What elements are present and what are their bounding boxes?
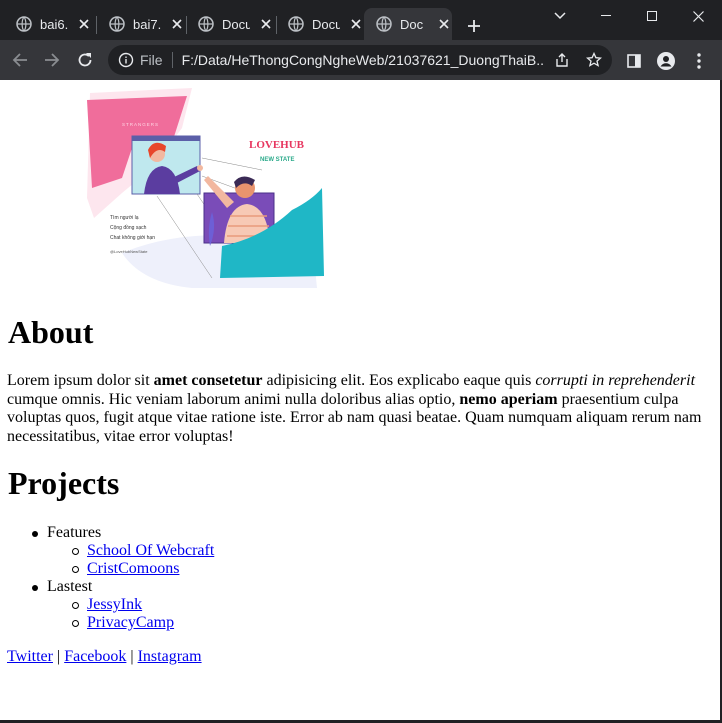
projects-heading: Projects (8, 465, 120, 501)
new-tab-button[interactable] (462, 14, 486, 38)
banner-tag-text: STRANGERS (122, 122, 159, 127)
about-heading: About (8, 314, 94, 350)
about-bold-text: nemo aperiam (459, 390, 558, 408)
instagram-link[interactable]: Instagram (138, 648, 202, 665)
close-tab-icon[interactable] (436, 16, 452, 32)
tab-1[interactable]: bai6. (4, 8, 94, 40)
browser-chrome: bai6. bai7. Docu Docu Doc File F:/Data/H… (0, 0, 722, 80)
globe-icon (16, 16, 32, 32)
link-separator: | (56, 648, 61, 665)
minimize-button[interactable] (583, 0, 629, 32)
banner-line-1: Tìm người lạ (110, 215, 139, 221)
avatar-icon (657, 52, 675, 70)
project-link[interactable]: PrivacyCamp (87, 614, 174, 631)
tab-active[interactable]: Doc (364, 8, 452, 40)
link-separator: | (130, 648, 134, 665)
tab-3[interactable]: Docu (186, 8, 276, 40)
globe-icon (376, 16, 392, 32)
project-group: Lastest (31, 578, 93, 595)
banner-handle: @LoveHubNewState (110, 249, 148, 254)
about-text: adipisicing elit. Eos explicabo eaque qu… (262, 372, 536, 389)
project-item: CristComoons (71, 560, 179, 578)
project-item: JessyInk (71, 596, 142, 614)
banner-line-3: Chat không giới hạn (110, 235, 155, 241)
side-panel-icon (627, 54, 641, 68)
plus-icon (468, 20, 480, 32)
close-window-button[interactable] (675, 0, 721, 32)
about-bold-text: amet consetetur (153, 372, 263, 389)
tab-title: bai7. (133, 16, 161, 32)
close-tab-icon[interactable] (348, 16, 364, 32)
project-link[interactable]: CristComoons (87, 560, 179, 577)
menu-button[interactable] (690, 52, 708, 70)
browser-toolbar: File F:/Data/HeThongCongNgheWeb/21037621… (0, 40, 722, 80)
about-italic-text: corrupti in reprehenderit (535, 372, 696, 389)
side-panel-button[interactable] (625, 52, 643, 70)
about-paragraph: Lorem ipsum dolor sit amet consetetur ad… (7, 372, 712, 446)
tab-2[interactable]: bai7. (97, 8, 187, 40)
project-item: PrivacyCamp (71, 614, 174, 632)
star-icon[interactable] (586, 52, 602, 68)
project-link[interactable]: JessyInk (87, 596, 142, 613)
arrow-left-icon (12, 53, 27, 67)
page-viewport: STRANGERS LOVEHUB NEW STATE Tìm người lạ… (0, 80, 720, 720)
tab-strip: bai6. bai7. Docu Docu Doc (0, 0, 722, 40)
about-text: cumque omnis. Hic veniam laborum animi n… (7, 390, 460, 408)
close-tab-icon[interactable] (258, 16, 274, 32)
facebook-link[interactable]: Facebook (64, 648, 126, 665)
address-bar[interactable]: File F:/Data/HeThongCongNgheWeb/21037621… (108, 45, 612, 75)
project-link[interactable]: School Of Webcraft (87, 542, 214, 559)
info-icon[interactable] (118, 52, 134, 68)
tab-title: Docu (312, 16, 340, 32)
back-button[interactable] (8, 48, 32, 72)
more-vert-icon (697, 53, 701, 69)
reload-button[interactable] (73, 48, 97, 72)
project-group: Features (31, 524, 102, 541)
chevron-down-icon (554, 12, 566, 20)
close-tab-icon[interactable] (169, 16, 185, 32)
close-tab-icon[interactable] (76, 16, 92, 32)
globe-icon (109, 16, 125, 32)
share-icon[interactable] (554, 52, 570, 68)
tab-title: Docu (222, 16, 250, 32)
close-icon (692, 10, 704, 22)
omnibox-separator (171, 52, 173, 68)
tab-title: Doc (400, 16, 424, 32)
lovehub-banner-image: STRANGERS LOVEHUB NEW STATE Tìm người lạ… (87, 88, 324, 288)
twitter-link[interactable]: Twitter (7, 648, 53, 665)
url-text[interactable]: F:/Data/HeThongCongNgheWeb/21037621_Duon… (182, 52, 544, 68)
tab-4[interactable]: Docu (276, 8, 364, 40)
banner-brand-sub: NEW STATE (260, 157, 294, 163)
maximize-icon (647, 11, 657, 21)
project-item: School Of Webcraft (71, 542, 214, 560)
profile-button[interactable] (657, 52, 675, 70)
maximize-button[interactable] (629, 0, 675, 32)
social-links: Twitter | Facebook | Instagram (7, 648, 202, 666)
banner-line-2: Cộng đồng sạch (110, 225, 147, 231)
globe-icon (288, 16, 304, 32)
banner-brand: LOVEHUB (249, 139, 305, 151)
globe-icon (198, 16, 214, 32)
scheme-label: File (140, 52, 163, 68)
reload-icon (78, 53, 92, 67)
minimize-icon (601, 15, 611, 16)
tab-search-button[interactable] (537, 0, 583, 32)
arrow-right-icon (45, 53, 60, 67)
about-text: Lorem ipsum dolor sit (7, 372, 154, 389)
forward-button[interactable] (40, 48, 64, 72)
tab-title: bai6. (40, 16, 68, 32)
